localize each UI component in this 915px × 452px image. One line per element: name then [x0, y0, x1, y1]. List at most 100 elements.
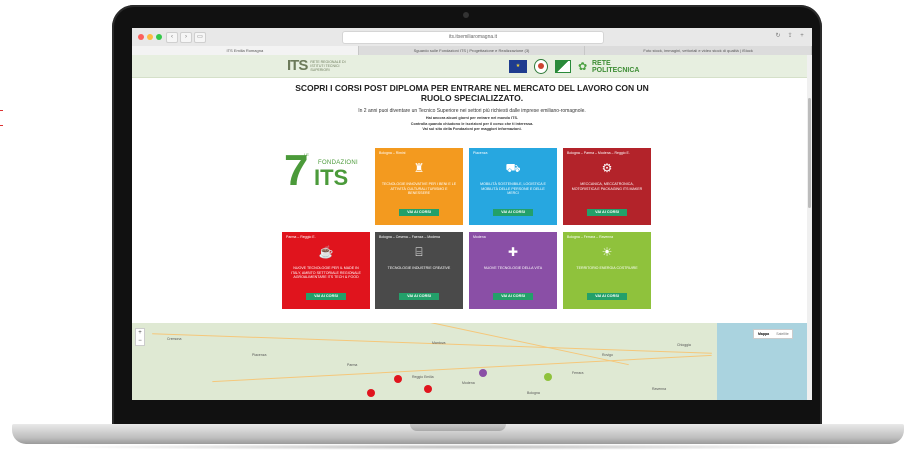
foundation-card-meccanica[interactable]: Bologna – Parma – Modena – Reggio E. ⚙ M…: [563, 148, 651, 225]
card-title: Nuove tecnologie per il made in Italy, a…: [291, 266, 361, 280]
map-road: [212, 354, 712, 383]
rete-politecnica-line1: RETE: [592, 59, 611, 67]
map-label: Ravenna: [652, 387, 667, 391]
browser-toolbar: ‹ › ▭ its.itsemiliaromagna.it ↻ ⇪ +: [132, 28, 812, 47]
new-tab-button[interactable]: +: [798, 32, 806, 41]
card-region: Bologna – Cesena – Faenza – Modena: [379, 235, 440, 239]
foundations-map[interactable]: Cremona Piacenza Parma Reggio Emilia Mod…: [132, 323, 812, 400]
card-region: Bologna – Ferrara – Ravenna: [567, 235, 614, 239]
map-label: Chioggia: [677, 343, 691, 347]
vai-ai-corsi-button[interactable]: VAI AI CORSI: [587, 293, 627, 300]
its-logo-text: ITS: [287, 57, 308, 74]
map-label: Bologna: [527, 391, 540, 395]
maximize-window-button[interactable]: [156, 34, 162, 40]
engine-icon: ⚙: [601, 161, 613, 175]
map-zoom-control[interactable]: + −: [135, 328, 145, 346]
card-region: Piacenza: [473, 151, 488, 155]
seven-le: LE: [304, 152, 309, 157]
scrollbar-thumb[interactable]: [808, 98, 811, 208]
window-controls: [138, 34, 162, 40]
map-marker-modena[interactable]: [479, 369, 487, 377]
vai-ai-corsi-button[interactable]: VAI AI CORSI: [493, 209, 533, 216]
back-button[interactable]: ‹: [166, 32, 178, 43]
hero-title: SCOPRI I CORSI POST DIPLOMA PER ENTRARE …: [272, 83, 672, 103]
map-marker-reggio[interactable]: [394, 375, 402, 383]
address-bar[interactable]: its.itsemiliaromagna.it: [342, 31, 604, 44]
tab-its-emilia-romagna[interactable]: ITS Emilia Romagna: [132, 46, 359, 55]
map-label: Parma: [347, 363, 358, 367]
hero-subtitle: In 2 anni puoi diventare un Tecnico Supe…: [358, 108, 586, 114]
truck-icon: ⛟: [505, 161, 521, 175]
rete-politecnica-line2: POLITECNICA: [592, 66, 640, 74]
map-toggle-satellite[interactable]: Satellite: [773, 330, 792, 338]
reload-button[interactable]: ↻: [774, 32, 782, 41]
minimize-window-button[interactable]: [147, 34, 153, 40]
card-title: Territorio energia costruire: [576, 266, 638, 270]
laptop-shadow: [40, 444, 876, 450]
map-label: Piacenza: [252, 353, 267, 357]
map-label: Modena: [462, 381, 475, 385]
map-marker-parma[interactable]: [424, 385, 432, 393]
site-header: ITS Rete regionale di Istituti Tecnici S…: [132, 55, 812, 78]
laptop-camera: [463, 12, 469, 18]
foundation-card-food[interactable]: Parma – Reggio E. ☕ Nuove tecnologie per…: [282, 232, 370, 309]
eu-flag-icon: ★: [509, 60, 527, 73]
rete-politecnica-logo[interactable]: ✿ RETE POLITECNICA: [578, 60, 639, 74]
museum-icon: ♜: [413, 161, 425, 175]
tab-bar: ITS Emilia Romagna Sguardo sulle Fondazi…: [132, 46, 812, 55]
vai-ai-corsi-button[interactable]: VAI AI CORSI: [399, 293, 439, 300]
card-title: Tecnologie innovative per i beni e le at…: [381, 182, 457, 196]
foundation-card-turismo[interactable]: Bologna – Rimini ♜ Tecnologie innovative…: [375, 148, 463, 225]
hero-info: Hai ancora alcuni giorni per entrare nel…: [322, 116, 622, 133]
card-title: Nuove tecnologie della vita: [483, 266, 543, 270]
its-logo[interactable]: ITS Rete regionale di Istituti Tecnici S…: [287, 58, 350, 74]
map-label: Mantova: [432, 341, 446, 345]
card-region: Bologna – Rimini: [379, 151, 406, 155]
sidebar-button[interactable]: ▭: [194, 32, 206, 43]
laptop-notch: [410, 424, 506, 431]
partner-logos: ★ ✿ RETE POLITECNICA: [509, 59, 639, 74]
foundation-card-energia[interactable]: Bologna – Ferrara – Ravenna ☀ Territorio…: [563, 232, 651, 309]
medical-icon: ✚: [507, 245, 519, 259]
card-region: Parma – Reggio E.: [286, 235, 316, 239]
map-label: Cremona: [167, 337, 182, 341]
card-title: Tecnologie industrie creative: [387, 266, 451, 270]
creative-industry-icon: ⌸: [415, 245, 423, 259]
seven-foundations-logo: 7 LE FONDAZIONI ITS: [284, 148, 374, 196]
map-label: Rovigo: [602, 353, 613, 357]
rete-politecnica-icon: ✿: [578, 60, 588, 73]
zoom-out-button[interactable]: −: [136, 337, 144, 345]
vai-ai-corsi-button[interactable]: VAI AI CORSI: [306, 293, 346, 300]
vai-ai-corsi-button[interactable]: VAI AI CORSI: [493, 293, 533, 300]
vai-ai-corsi-button[interactable]: VAI AI CORSI: [587, 209, 627, 216]
map-toggle-mappa[interactable]: Mappa: [754, 330, 773, 338]
foundation-card-vita[interactable]: Modena ✚ Nuove tecnologie della vita VAI…: [469, 232, 557, 309]
card-region: Modena: [473, 235, 486, 239]
card-title: Meccanica, meccatronica, motoristica e p…: [571, 182, 643, 191]
map-marker-bologna[interactable]: [544, 373, 552, 381]
card-region: Bologna – Parma – Modena – Reggio E.: [567, 151, 630, 155]
map-label: Reggio Emilia: [412, 375, 434, 379]
map-marker-piacenza[interactable]: [367, 389, 375, 397]
emilia-romagna-logo-icon: [555, 60, 571, 73]
forward-button[interactable]: ›: [180, 32, 192, 43]
map-label: Ferrara: [572, 371, 584, 375]
foundation-card-mobilita[interactable]: Piacenza ⛟ Mobilità sostenibile, logisti…: [469, 148, 557, 225]
vai-ai-corsi-button[interactable]: VAI AI CORSI: [399, 209, 439, 216]
map-type-toggle[interactable]: Mappa Satellite: [753, 329, 793, 339]
foundation-card-creative[interactable]: Bologna – Cesena – Faenza – Modena ⌸ Tec…: [375, 232, 463, 309]
browser-screen: ‹ › ▭ its.itsemiliaromagna.it ↻ ⇪ + ITS …: [132, 28, 812, 400]
tab-istock[interactable]: Foto stock, immagini, vettoriali e video…: [585, 46, 812, 55]
tab-fondazioni[interactable]: Sguardo sulle Fondazioni ITS | Progettaz…: [359, 46, 586, 55]
zoom-in-button[interactable]: +: [136, 329, 144, 337]
solar-panel-icon: ☀: [601, 245, 613, 259]
food-bowl-icon: ☕: [318, 245, 334, 259]
hero-title-line1: SCOPRI I CORSI POST DIPLOMA PER ENTRARE …: [295, 83, 649, 93]
italian-republic-emblem-icon: [534, 59, 548, 74]
share-button[interactable]: ⇪: [786, 32, 794, 41]
its-logo-subtitle: Rete regionale di Istituti Tecnici Super…: [310, 60, 346, 72]
close-window-button[interactable]: [138, 34, 144, 40]
card-title: Mobilità sostenibile, logistica e mobili…: [480, 182, 546, 196]
seven-its: ITS: [314, 165, 349, 190]
left-red-marks: [0, 110, 3, 140]
